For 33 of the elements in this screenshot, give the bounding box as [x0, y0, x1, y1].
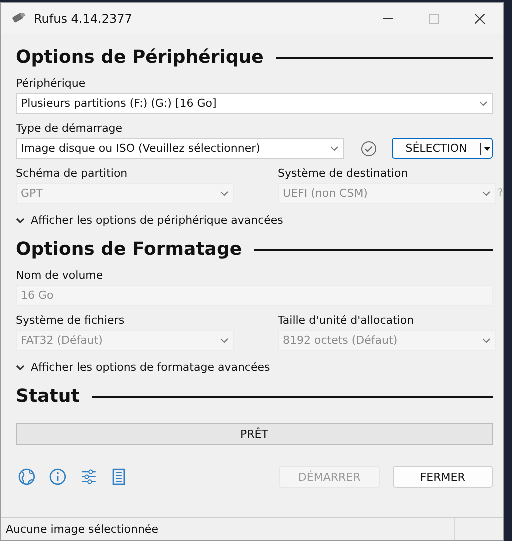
- chevron-icon: [16, 364, 25, 370]
- field-label: Système de destination: [278, 167, 410, 180]
- globe-icon[interactable]: [18, 468, 36, 486]
- field-label: Taille d'unité d'allocation: [278, 314, 416, 327]
- chevron-icon: [220, 190, 229, 196]
- advanced-options-toggle[interactable]: Afficher les options de formatage avancées: [16, 361, 270, 374]
- field-label: Type de démarrage: [16, 122, 124, 135]
- section-heading: Statut: [16, 386, 80, 407]
- settings-sliders-icon[interactable]: [80, 468, 98, 486]
- window-title: Rufus 4.14.2377: [34, 12, 134, 26]
- section-heading: Options de Périphérique: [16, 47, 264, 68]
- close-dialog-button[interactable]: FERMER: [392, 466, 494, 488]
- log-icon[interactable]: [110, 468, 126, 486]
- field-label: Système de fichiers: [16, 314, 126, 327]
- boot-selection-dropdown[interactable]: Image disque ou ISO (Veuillez sélectionner): [16, 138, 344, 159]
- section-heading: Options de Formatage: [16, 239, 242, 260]
- chevron-icon: [220, 338, 229, 344]
- select-split-button[interactable]: SÉLECTION: [392, 138, 493, 159]
- chevron-icon: [16, 218, 25, 224]
- field-label: Périphérique: [16, 77, 87, 90]
- chevron-icon: [482, 338, 491, 344]
- advanced-options-toggle[interactable]: Afficher les options de périphérique avancées: [16, 214, 284, 227]
- field-label: Schéma de partition: [16, 167, 129, 180]
- info-icon[interactable]: [48, 468, 67, 486]
- chevron-icon: [482, 190, 491, 196]
- device-dropdown[interactable]: Plusieurs partitions (F:) (G:) [16 Go]: [16, 93, 493, 114]
- close-icon[interactable]: [475, 14, 485, 24]
- dropdown-arrow-icon: [480, 142, 492, 156]
- status-bar-text: Aucune image sélectionnée: [6, 522, 160, 536]
- field-label: Nom de volume: [16, 269, 104, 282]
- chevron-icon: [330, 146, 339, 152]
- check-circle-icon[interactable]: [361, 140, 377, 156]
- chevron-icon: [479, 100, 488, 106]
